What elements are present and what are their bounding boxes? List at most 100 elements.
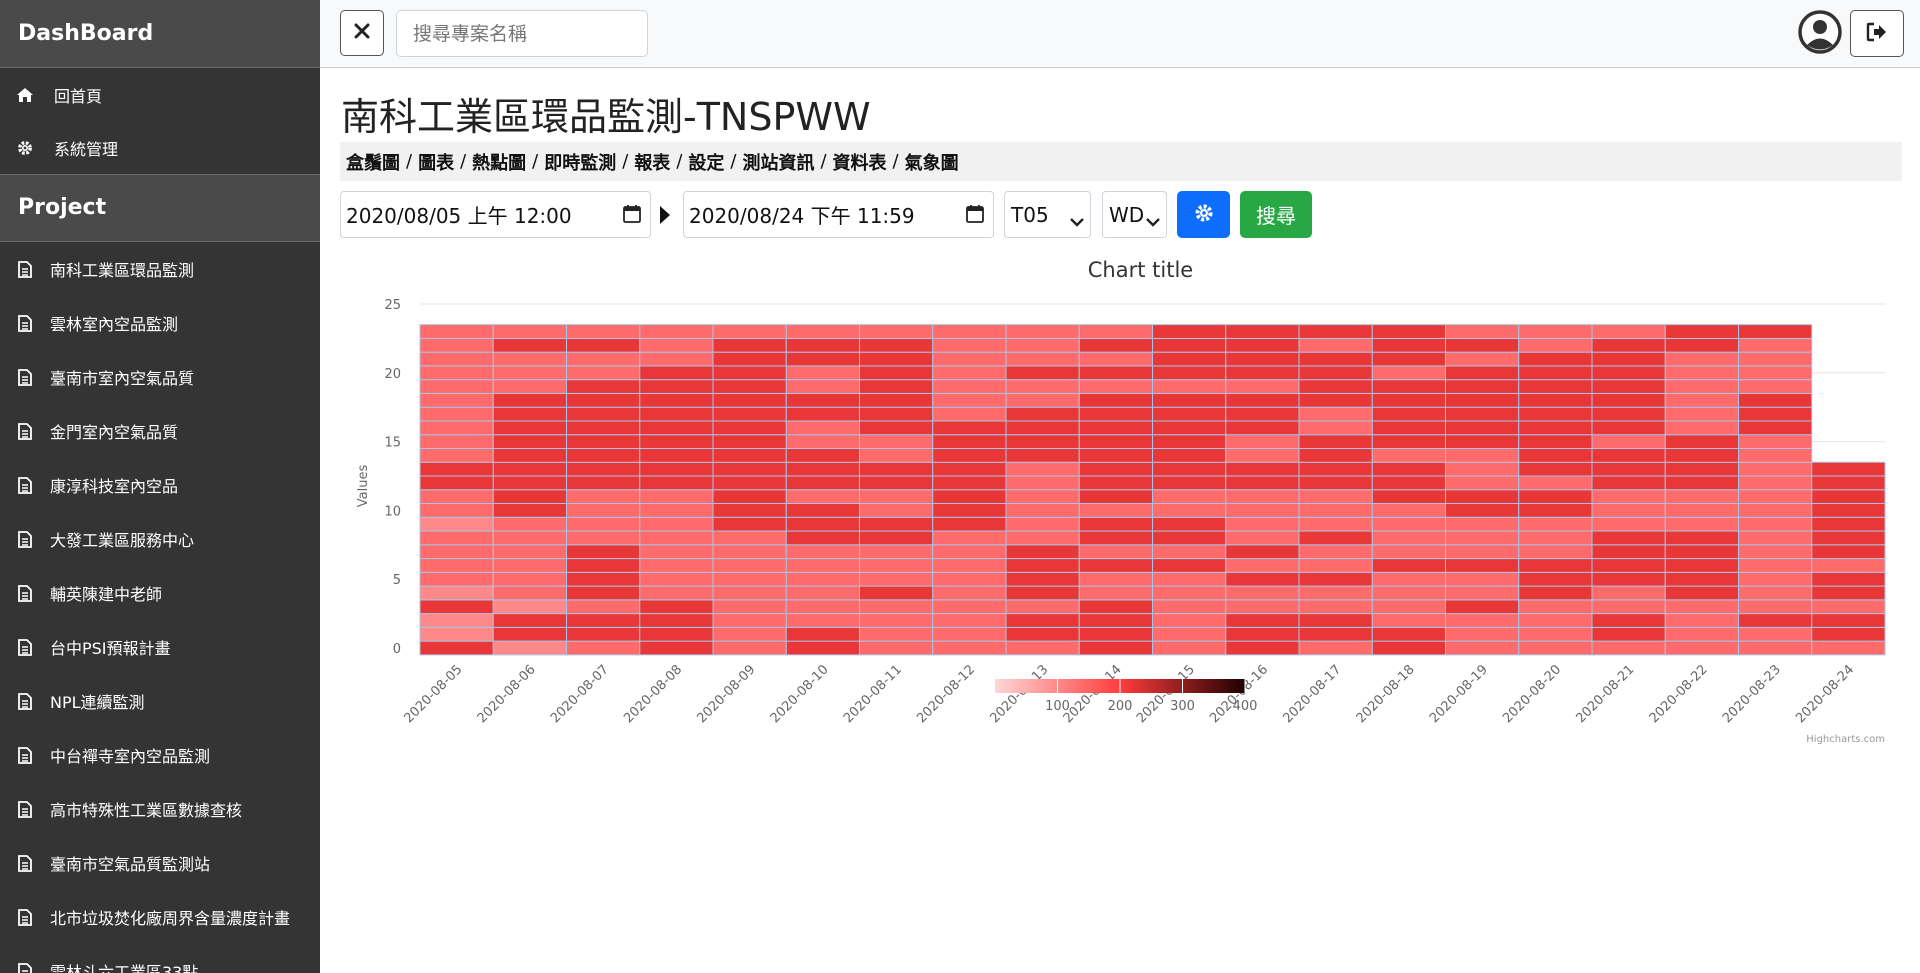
heatmap-cell[interactable] bbox=[1518, 420, 1593, 436]
heatmap-cell[interactable] bbox=[932, 599, 1007, 615]
heatmap-cell[interactable] bbox=[566, 558, 641, 573]
heatmap-cell[interactable] bbox=[932, 420, 1007, 436]
heatmap-cell[interactable] bbox=[1445, 392, 1520, 408]
heatmap-cell[interactable] bbox=[859, 558, 934, 573]
project-item[interactable]: 高市特殊性工業區數據查核 bbox=[0, 782, 320, 836]
heatmap-cell[interactable] bbox=[1298, 585, 1373, 601]
project-item[interactable]: 康淳科技室內空品 bbox=[0, 458, 320, 512]
heatmap-cell[interactable] bbox=[1152, 599, 1227, 615]
heatmap-cell[interactable] bbox=[639, 585, 714, 601]
heatmap-cell[interactable] bbox=[1298, 351, 1373, 367]
heatmap-cell[interactable] bbox=[1078, 392, 1153, 408]
heatmap-cell[interactable] bbox=[1078, 544, 1153, 560]
heatmap-cell[interactable] bbox=[1225, 434, 1300, 449]
heatmap-cell[interactable] bbox=[712, 489, 787, 505]
heatmap-cell[interactable] bbox=[1518, 530, 1593, 546]
search-button[interactable]: 搜尋 bbox=[1240, 191, 1312, 238]
heatmap-cell[interactable] bbox=[712, 613, 787, 628]
heatmap-cell[interactable] bbox=[785, 461, 860, 477]
heatmap-cell[interactable] bbox=[1664, 351, 1739, 367]
project-item[interactable]: 北市垃圾焚化廠周界含量濃度計畫 bbox=[0, 890, 320, 944]
heatmap-cell[interactable] bbox=[859, 351, 934, 367]
heatmap-cell[interactable] bbox=[859, 434, 934, 449]
nav-system-admin[interactable]: 系統管理 bbox=[0, 122, 320, 174]
heatmap-cell[interactable] bbox=[639, 406, 714, 422]
heatmap-cell[interactable] bbox=[1518, 516, 1593, 532]
heatmap-cell[interactable] bbox=[1152, 434, 1227, 449]
heatmap-cell[interactable] bbox=[639, 379, 714, 394]
heatmap-cell[interactable] bbox=[1811, 558, 1886, 573]
calendar-icon[interactable] bbox=[622, 204, 642, 229]
heatmap-cell[interactable] bbox=[419, 447, 494, 463]
heatmap-cell[interactable] bbox=[1225, 406, 1300, 422]
heatmap-cell[interactable] bbox=[566, 503, 641, 518]
heatmap-cell[interactable] bbox=[1371, 337, 1446, 353]
heatmap-cell[interactable] bbox=[1738, 461, 1813, 477]
heatmap-cell[interactable] bbox=[1811, 516, 1886, 532]
heatmap-cell[interactable] bbox=[1445, 613, 1520, 628]
heatmap-cell[interactable] bbox=[1591, 475, 1666, 491]
heatmap-cell[interactable] bbox=[566, 516, 641, 532]
heatmap-cell[interactable] bbox=[1298, 503, 1373, 518]
heatmap-cell[interactable] bbox=[1298, 558, 1373, 573]
parameter-select[interactable]: WD bbox=[1102, 191, 1167, 238]
heatmap-cell[interactable] bbox=[1591, 558, 1666, 573]
heatmap-cell[interactable] bbox=[1664, 558, 1739, 573]
heatmap-cell[interactable] bbox=[1738, 475, 1813, 491]
heatmap-cell[interactable] bbox=[932, 406, 1007, 422]
heatmap-cell[interactable] bbox=[492, 351, 567, 367]
heatmap-cell[interactable] bbox=[1591, 626, 1666, 642]
breadcrumb-link[interactable]: 圖表 bbox=[418, 149, 454, 175]
heatmap-cell[interactable] bbox=[419, 351, 494, 367]
heatmap-cell[interactable] bbox=[785, 379, 860, 394]
heatmap-cell[interactable] bbox=[1811, 461, 1886, 477]
heatmap-cell[interactable] bbox=[785, 324, 860, 339]
heatmap-cell[interactable] bbox=[1005, 640, 1080, 656]
heatmap-cell[interactable] bbox=[859, 489, 934, 505]
heatmap-cell[interactable] bbox=[1298, 571, 1373, 587]
heatmap-cell[interactable] bbox=[639, 324, 714, 339]
heatmap-cell[interactable] bbox=[859, 324, 934, 339]
heatmap-cell[interactable] bbox=[566, 434, 641, 449]
heatmap-cell[interactable] bbox=[1445, 420, 1520, 436]
heatmap-cell[interactable] bbox=[419, 544, 494, 560]
heatmap-cell[interactable] bbox=[712, 516, 787, 532]
chart-credits-link[interactable]: Highcharts.com bbox=[1806, 734, 1885, 745]
heatmap-cell[interactable] bbox=[1445, 626, 1520, 642]
heatmap-cell[interactable] bbox=[1005, 571, 1080, 587]
heatmap-cell[interactable] bbox=[1225, 503, 1300, 518]
heatmap-cell[interactable] bbox=[1664, 365, 1739, 381]
heatmap-cell[interactable] bbox=[712, 324, 787, 339]
heatmap-cell[interactable] bbox=[1005, 558, 1080, 573]
heatmap-cell[interactable] bbox=[1078, 585, 1153, 601]
heatmap-cell[interactable] bbox=[1664, 489, 1739, 505]
heatmap-cell[interactable] bbox=[932, 640, 1007, 656]
heatmap-cell[interactable] bbox=[1225, 626, 1300, 642]
heatmap-cell[interactable] bbox=[1225, 544, 1300, 560]
heatmap-cell[interactable] bbox=[639, 461, 714, 477]
heatmap-cell[interactable] bbox=[639, 420, 714, 436]
heatmap-cell[interactable] bbox=[1225, 461, 1300, 477]
heatmap-cell[interactable] bbox=[1445, 489, 1520, 505]
heatmap-cell[interactable] bbox=[859, 475, 934, 491]
heatmap-cell[interactable] bbox=[1591, 392, 1666, 408]
heatmap-cell[interactable] bbox=[639, 640, 714, 656]
heatmap-cell[interactable] bbox=[639, 530, 714, 546]
heatmap-cell[interactable] bbox=[1738, 571, 1813, 587]
heatmap-cell[interactable] bbox=[639, 447, 714, 463]
heatmap-cell[interactable] bbox=[1445, 324, 1520, 339]
heatmap-cell[interactable] bbox=[712, 447, 787, 463]
heatmap-cell[interactable] bbox=[1664, 324, 1739, 339]
heatmap-cell[interactable] bbox=[1591, 544, 1666, 560]
heatmap-cell[interactable] bbox=[419, 365, 494, 381]
logout-button[interactable] bbox=[1850, 10, 1904, 57]
heatmap-cell[interactable] bbox=[1738, 337, 1813, 353]
heatmap-cell[interactable] bbox=[1371, 503, 1446, 518]
heatmap-cell[interactable] bbox=[1152, 626, 1227, 642]
heatmap-cell[interactable] bbox=[492, 324, 567, 339]
heatmap-cell[interactable] bbox=[859, 447, 934, 463]
heatmap-cell[interactable] bbox=[1518, 558, 1593, 573]
heatmap-cell[interactable] bbox=[1811, 503, 1886, 518]
heatmap-cell[interactable] bbox=[1445, 351, 1520, 367]
heatmap-cell[interactable] bbox=[419, 571, 494, 587]
